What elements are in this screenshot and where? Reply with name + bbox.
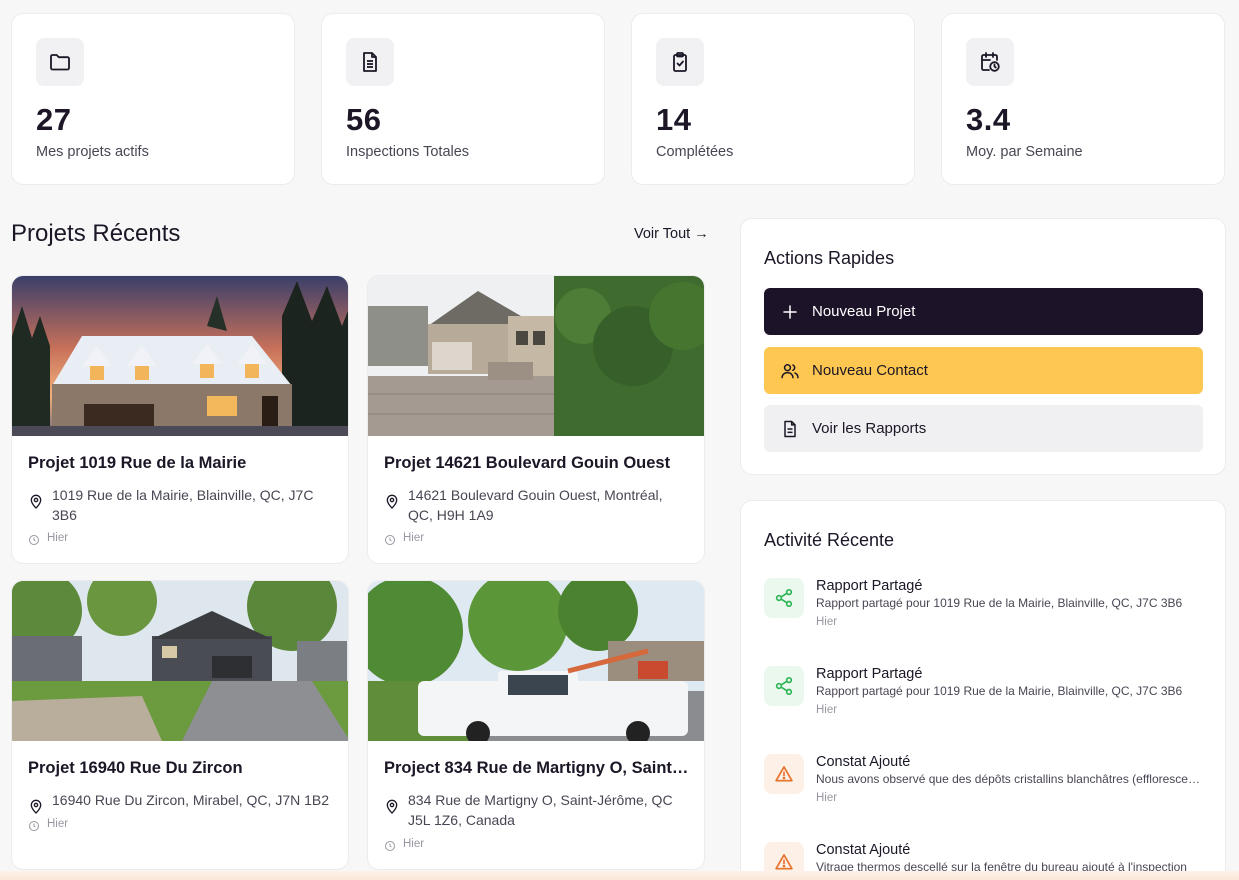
- users-icon: [780, 361, 800, 381]
- project-card[interactable]: Projet 14621 Boulevard Gouin Ouest 14621…: [367, 275, 705, 564]
- map-pin-icon: [384, 494, 400, 515]
- project-title: Projet 16940 Rue Du Zircon: [28, 759, 243, 777]
- project-photo: [12, 581, 348, 741]
- activity-title: Rapport Partagé: [816, 578, 923, 594]
- stat-card-weekly-average: 3.4 Moy. par Semaine: [941, 13, 1225, 185]
- activity-time: Hier: [816, 704, 838, 716]
- project-time: Hier: [403, 838, 425, 850]
- activity-description: Nous avons observé que des dépôts crista…: [816, 772, 1202, 786]
- quick-actions-panel: Actions Rapides Nouveau Projet Nouveau C…: [740, 218, 1226, 475]
- clock-icon: [384, 839, 396, 857]
- project-time: Hier: [47, 532, 69, 544]
- view-reports-button[interactable]: Voir les Rapports: [764, 405, 1203, 452]
- activity-description: Rapport partagé pour 1019 Rue de la Mair…: [816, 684, 1183, 698]
- recent-activity-title: Activité Récente: [764, 530, 895, 550]
- clock-icon: [28, 533, 40, 551]
- activity-title: Constat Ajouté: [816, 754, 911, 770]
- bottom-edge: [0, 871, 1239, 880]
- stat-value: 56: [346, 102, 382, 137]
- project-photo: [12, 276, 348, 436]
- stat-value: 27: [36, 102, 72, 137]
- plus-icon: [780, 302, 800, 322]
- recent-activity-panel: Activité Récente Rapport Partagé Rapport…: [740, 500, 1226, 880]
- activity-item[interactable]: Rapport Partagé Rapport partagé pour 101…: [764, 578, 1204, 658]
- map-pin-icon: [28, 799, 44, 820]
- project-card[interactable]: Projet 16940 Rue Du Zircon 16940 Rue Du …: [11, 580, 349, 870]
- project-time: Hier: [47, 818, 69, 830]
- project-time: Hier: [403, 532, 425, 544]
- project-photo: [368, 581, 704, 741]
- stat-value: 3.4: [966, 102, 1011, 137]
- map-pin-icon: [384, 799, 400, 820]
- project-card[interactable]: Projet 1019 Rue de la Mairie 1019 Rue de…: [11, 275, 349, 564]
- document-icon: [346, 38, 394, 86]
- stat-card-active-projects: 27 Mes projets actifs: [11, 13, 295, 185]
- activity-item[interactable]: Rapport Partagé Rapport partagé pour 101…: [764, 666, 1204, 746]
- activity-description: Rapport partagé pour 1019 Rue de la Mair…: [816, 596, 1183, 610]
- clipboard-check-icon: [656, 38, 704, 86]
- stat-label: Mes projets actifs: [36, 144, 149, 160]
- activity-time: Hier: [816, 616, 838, 628]
- clock-icon: [28, 819, 40, 837]
- share-icon: [764, 578, 804, 618]
- project-title: Projet 14621 Boulevard Gouin Ouest: [384, 454, 671, 472]
- project-address: 14621 Boulevard Gouin Ouest, Montréal, Q…: [408, 487, 663, 523]
- button-label: Voir les Rapports: [812, 420, 927, 437]
- stat-label: Inspections Totales: [346, 144, 470, 160]
- stat-label: Moy. par Semaine: [966, 144, 1083, 160]
- activity-time: Hier: [816, 792, 838, 804]
- project-address: 1019 Rue de la Mairie, Blainville, QC, J…: [52, 487, 314, 523]
- stat-value: 14: [656, 102, 692, 137]
- see-all-link[interactable]: Voir Tout →: [634, 226, 709, 242]
- project-card[interactable]: Project 834 Rue de Martigny O, Saint-Jér…: [367, 580, 705, 870]
- new-project-button[interactable]: Nouveau Projet: [764, 288, 1203, 335]
- recent-projects-title: Projets Récents: [11, 220, 181, 247]
- activity-title: Rapport Partagé: [816, 666, 923, 682]
- project-title: Project 834 Rue de Martigny O, Saint-Jér…: [384, 759, 690, 777]
- map-pin-icon: [28, 494, 44, 515]
- document-icon: [780, 419, 800, 439]
- button-label: Nouveau Projet: [812, 303, 916, 320]
- project-photo: [368, 276, 704, 436]
- stat-card-completed: 14 Complétées: [631, 13, 915, 185]
- clock-icon: [384, 533, 396, 551]
- project-title: Projet 1019 Rue de la Mairie: [28, 454, 247, 472]
- stat-label: Complétées: [656, 144, 734, 160]
- folder-icon: [36, 38, 84, 86]
- share-icon: [764, 666, 804, 706]
- warning-icon: [764, 754, 804, 794]
- button-label: Nouveau Contact: [812, 362, 928, 379]
- stat-card-total-inspections: 56 Inspections Totales: [321, 13, 605, 185]
- calendar-clock-icon: [966, 38, 1014, 86]
- project-address: 16940 Rue Du Zircon, Mirabel, QC, J7N 1B…: [52, 792, 330, 808]
- project-address: 834 Rue de Martigny O, Saint-Jérôme, QC …: [408, 792, 673, 828]
- quick-actions-title: Actions Rapides: [764, 248, 895, 268]
- new-contact-button[interactable]: Nouveau Contact: [764, 347, 1203, 394]
- activity-title: Constat Ajouté: [816, 842, 911, 858]
- activity-item[interactable]: Constat Ajouté Nous avons observé que de…: [764, 754, 1204, 834]
